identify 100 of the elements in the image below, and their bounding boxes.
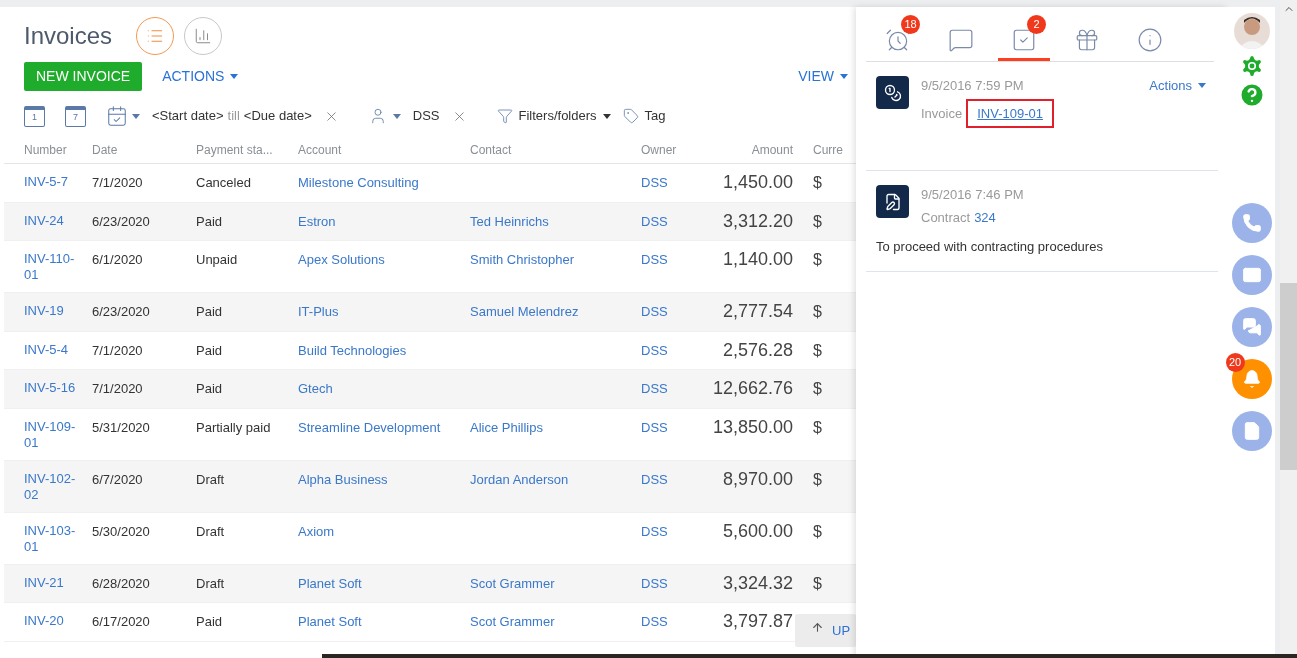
account-link[interactable]: Build Technologies (298, 342, 407, 358)
view-button[interactable]: VIEW (798, 66, 848, 87)
start-date-filter[interactable]: <Start date> (152, 106, 224, 126)
email-icon (1241, 265, 1262, 285)
invoice-number-link[interactable]: INV-103-01 (24, 521, 76, 555)
filter-icon (496, 108, 513, 124)
owner-link[interactable]: DSS (641, 342, 668, 358)
phone-button[interactable] (1231, 203, 1272, 243)
till-label: till (227, 107, 240, 126)
invoice-number-link[interactable]: INV-20 (24, 612, 76, 629)
email-button[interactable] (1231, 255, 1272, 295)
contact-link[interactable]: Scot Grammer (470, 614, 555, 629)
user-avatar[interactable] (1233, 13, 1270, 49)
account-link[interactable]: Axiom (298, 523, 335, 539)
calendar-day-button[interactable]: 7 (65, 105, 86, 127)
payment-status-cell-text: Paid (196, 380, 224, 398)
invoice-number-link[interactable]: INV-21 (24, 573, 76, 591)
payment-status-cell-text: Canceled (196, 174, 252, 192)
record-link[interactable]: INV-109-01 (977, 105, 1043, 121)
payment-status-cell-text: Unpaid (196, 251, 239, 269)
account-link[interactable]: Streamline Development (298, 419, 441, 435)
currency-cell: $ (813, 250, 822, 269)
owner-link[interactable]: DSS (641, 575, 668, 591)
currency-cell: $ (813, 340, 822, 360)
owner-link[interactable]: DSS (641, 419, 668, 435)
invoice-number-link[interactable]: INV-109-01 (24, 417, 76, 451)
currency-cell: $ (813, 469, 822, 489)
info-icon (1137, 26, 1163, 53)
new-invoice-button[interactable]: NEW INVOICE (24, 62, 143, 91)
column-header[interactable]: Number (24, 143, 67, 157)
amount-cell: 2,576.28 (722, 340, 793, 360)
owner-link[interactable]: DSS (641, 175, 668, 190)
account-link[interactable]: IT-Plus (298, 304, 339, 319)
currency-cell: $ (813, 417, 822, 437)
account-link[interactable]: Planet Soft (298, 614, 362, 629)
account-link[interactable]: Gtech (298, 381, 333, 396)
record-link[interactable]: 324 (974, 209, 996, 225)
contact-link[interactable]: Jordan Anderson (470, 471, 569, 487)
column-header[interactable]: Amount (751, 143, 793, 157)
invoice-number-link[interactable]: INV-110-01 (24, 250, 76, 283)
account-link[interactable]: Milestone Consulting (298, 175, 419, 190)
invoice-number-link[interactable]: INV-5-16 (24, 379, 76, 396)
payment-status-cell-text: Partially paid (196, 418, 272, 437)
contact-link[interactable]: Ted Heinrichs (470, 213, 549, 229)
timestamp: 9/5/2016 7:46 PM (921, 186, 1024, 204)
owner-link[interactable]: DSS (641, 252, 668, 267)
owner-link[interactable]: DSS (641, 471, 668, 487)
invoice-number-link[interactable]: INV-19 (24, 302, 76, 319)
caret-icon (840, 74, 848, 79)
account-link[interactable]: Apex Solutions (298, 252, 385, 267)
owner-link[interactable]: DSS (641, 523, 668, 539)
calendar-check-button[interactable] (106, 105, 140, 127)
currency-cell: $ (813, 379, 822, 398)
column-header[interactable]: Payment sta... (196, 143, 273, 157)
owner-filter-value: DSS (412, 107, 440, 126)
contact-link[interactable]: Scot Grammer (470, 575, 555, 591)
scroll-up-button[interactable]: UP (795, 614, 856, 647)
page-title: Invoices (24, 21, 113, 51)
currency-cell: $ (813, 573, 822, 593)
account-link[interactable]: Alpha Business (298, 471, 388, 487)
owner-link[interactable]: DSS (641, 381, 668, 396)
contact-link[interactable]: Smith Christopher (470, 252, 575, 267)
payment-status-cell-text: Paid (196, 341, 224, 360)
owner-link[interactable]: DSS (641, 304, 668, 319)
caret-icon (230, 74, 239, 79)
column-header[interactable]: Curre (813, 143, 843, 157)
column-header[interactable]: Owner (641, 143, 677, 157)
amount-cell: 8,970.00 (722, 469, 793, 489)
column-header[interactable]: Account (298, 143, 342, 157)
owner-link[interactable]: DSS (641, 614, 668, 629)
column-header[interactable]: Date (92, 143, 118, 157)
invoice-number-link[interactable]: INV-5-4 (24, 340, 76, 358)
payment-status-cell-text: Draft (196, 522, 226, 541)
column-header[interactable]: Contact (470, 143, 512, 157)
bell-button[interactable] (1231, 359, 1272, 399)
actions-dropdown[interactable]: Actions (1149, 76, 1206, 96)
activity-note: To proceed with contracting procedures (876, 238, 1104, 256)
chat-icon (1241, 317, 1262, 337)
date-cell-text: 5/30/2020 (92, 522, 151, 541)
amount-cell: 13,850.00 (712, 417, 793, 437)
contact-link[interactable]: Alice Phillips (470, 419, 543, 435)
actions-button[interactable]: ACTIONS (162, 66, 239, 87)
calendar-day-button[interactable]: 1 (24, 105, 45, 127)
invoice-number-link[interactable]: INV-102-02 (24, 469, 76, 503)
caret-icon (1198, 83, 1206, 89)
document-button[interactable] (1231, 411, 1272, 451)
due-date-filter[interactable]: <Due date> (243, 106, 312, 126)
contact-link[interactable]: Samuel Melendrez (470, 304, 579, 319)
chat-button[interactable] (1231, 307, 1272, 347)
invoice-number-link[interactable]: INV-24 (24, 211, 76, 229)
arrow-up-icon (811, 621, 824, 634)
tag-button[interactable]: Tag (622, 106, 666, 126)
date-cell-text: 6/1/2020 (92, 251, 144, 269)
date-cell-text: 5/31/2020 (92, 418, 151, 437)
account-link[interactable]: Estron (298, 213, 336, 229)
invoice-number-link[interactable]: INV-5-7 (24, 173, 76, 190)
amount-cell: 12,662.76 (712, 379, 793, 398)
owner-link[interactable]: DSS (641, 213, 668, 229)
filters-folders-button[interactable]: Filters/folders (496, 106, 611, 126)
account-link[interactable]: Planet Soft (298, 575, 362, 591)
